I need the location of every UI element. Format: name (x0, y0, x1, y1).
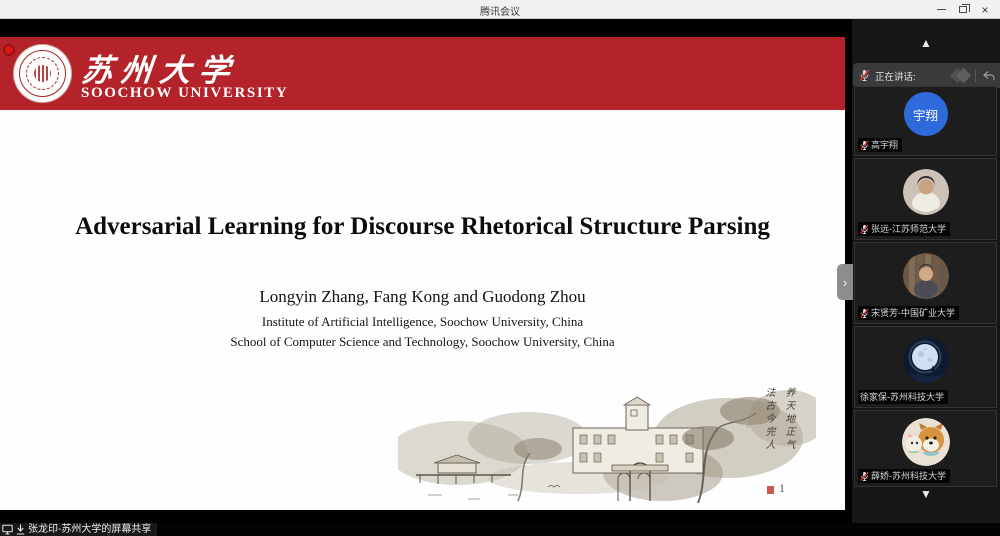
slide-affiliation-2: School of Computer Science and Technolog… (0, 334, 845, 350)
presentation-slide: 苏州大学 SOOCHOW UNIVERSITY Adversarial Lear… (0, 37, 845, 510)
participant-name: 徐家保-苏州科技大学 (860, 391, 944, 403)
minimize-icon (937, 9, 946, 10)
participant-name-tag: 徐家保-苏州科技大学 (858, 390, 948, 404)
minimize-button[interactable] (930, 0, 952, 19)
campus-ink-painting: 法古今完人 养天地正气 印 (398, 383, 816, 509)
university-motto: 法古今完人 养天地正气 (761, 387, 796, 452)
mic-muted-icon (860, 308, 869, 319)
meeting-main-area: 苏州大学 SOOCHOW UNIVERSITY Adversarial Lear… (0, 19, 1000, 536)
painting-signature: 印 (745, 423, 752, 429)
restore-icon (959, 6, 967, 13)
avatar (902, 418, 950, 466)
participant-name: 宋贤芳-中国矿业大学 (871, 307, 955, 319)
university-banner: 苏州大学 SOOCHOW UNIVERSITY (0, 37, 845, 110)
motto-column-right: 养天地正气 (781, 387, 796, 452)
reply-arrow-icon[interactable] (982, 70, 995, 82)
bottom-status-bar: 张龙印-苏州大学的屏幕共享 (0, 523, 1000, 536)
participant-name-tag: 高宇翔 (858, 138, 902, 152)
close-button[interactable]: × (974, 0, 996, 19)
participant-name: 张远-江苏师范大学 (871, 223, 946, 235)
window-title: 腾讯会议 (0, 3, 1000, 18)
painter-seal-icon (767, 486, 774, 494)
motto-column-left: 法古今完人 (761, 387, 776, 452)
participant-name: 高宇翔 (871, 139, 898, 151)
chevron-right-icon: › (843, 275, 847, 290)
divider (975, 69, 976, 82)
slide-authors: Longyin Zhang, Fang Kong and Guodong Zho… (0, 287, 845, 307)
mic-muted-icon (860, 224, 869, 235)
university-name-chinese: 苏州大学 (80, 45, 241, 90)
participant-tile[interactable]: 宇翔 高宇翔 (854, 86, 997, 156)
slide-affiliation-1: Institute of Artificial Intelligence, So… (0, 314, 845, 330)
mic-muted-icon (860, 140, 869, 151)
participants-sidebar: ▲ 正在讲话: (852, 19, 1000, 523)
scroll-down-button[interactable]: ▼ (852, 487, 1000, 501)
triangle-down-icon: ▼ (920, 487, 932, 501)
close-icon: × (981, 4, 988, 16)
mic-muted-icon (859, 69, 870, 82)
participant-name-tag: 薛娇-苏州科技大学 (858, 469, 950, 483)
participant-name-tag: 宋贤芳-中国矿业大学 (858, 306, 959, 320)
university-name-english: SOOCHOW UNIVERSITY (81, 85, 288, 102)
avatar (903, 169, 949, 215)
triangle-up-icon: ▲ (920, 36, 932, 50)
scroll-up-button[interactable]: ▲ (852, 36, 1000, 50)
mic-muted-icon (860, 471, 869, 482)
screen-share-status-text: 张龙印-苏州大学的屏幕共享 (28, 523, 151, 536)
speaking-label: 正在讲话: (875, 69, 916, 83)
window-titlebar: 腾讯会议 × (0, 0, 1000, 19)
slide-page-number: 1 (779, 481, 785, 496)
screen-share-status-chip: 张龙印-苏州大学的屏幕共享 (0, 523, 157, 536)
university-seal-logo (13, 44, 72, 103)
share-download-icon (16, 524, 25, 535)
restore-button[interactable] (952, 0, 974, 19)
diamonds-logo-icon (952, 70, 969, 81)
avatar: 宇翔 (904, 92, 948, 136)
screen-share-view: 苏州大学 SOOCHOW UNIVERSITY Adversarial Lear… (0, 19, 852, 523)
participant-name-tag: 张远-江苏师范大学 (858, 222, 950, 236)
participant-tile[interactable]: 张远-江苏师范大学 (854, 158, 997, 240)
avatar (903, 337, 949, 383)
speaking-indicator-bar: 正在讲话: (853, 63, 1000, 88)
participant-tile[interactable]: 徐家保-苏州科技大学 (854, 326, 997, 408)
monitor-icon (2, 524, 13, 535)
sidebar-collapse-handle[interactable]: › (837, 264, 853, 300)
meeting-window: 腾讯会议 × 苏州大学 SOOCHOW UNIVERSITY (0, 0, 1000, 536)
recording-dot-icon (5, 46, 13, 54)
slide-title: Adversarial Learning for Discourse Rheto… (0, 213, 845, 241)
avatar (903, 253, 949, 299)
window-controls: × (930, 0, 996, 19)
participant-name: 薛娇-苏州科技大学 (871, 470, 946, 482)
participant-tile[interactable]: 宋贤芳-中国矿业大学 (854, 242, 997, 324)
participant-tile[interactable]: 薛娇-苏州科技大学 (854, 410, 997, 487)
